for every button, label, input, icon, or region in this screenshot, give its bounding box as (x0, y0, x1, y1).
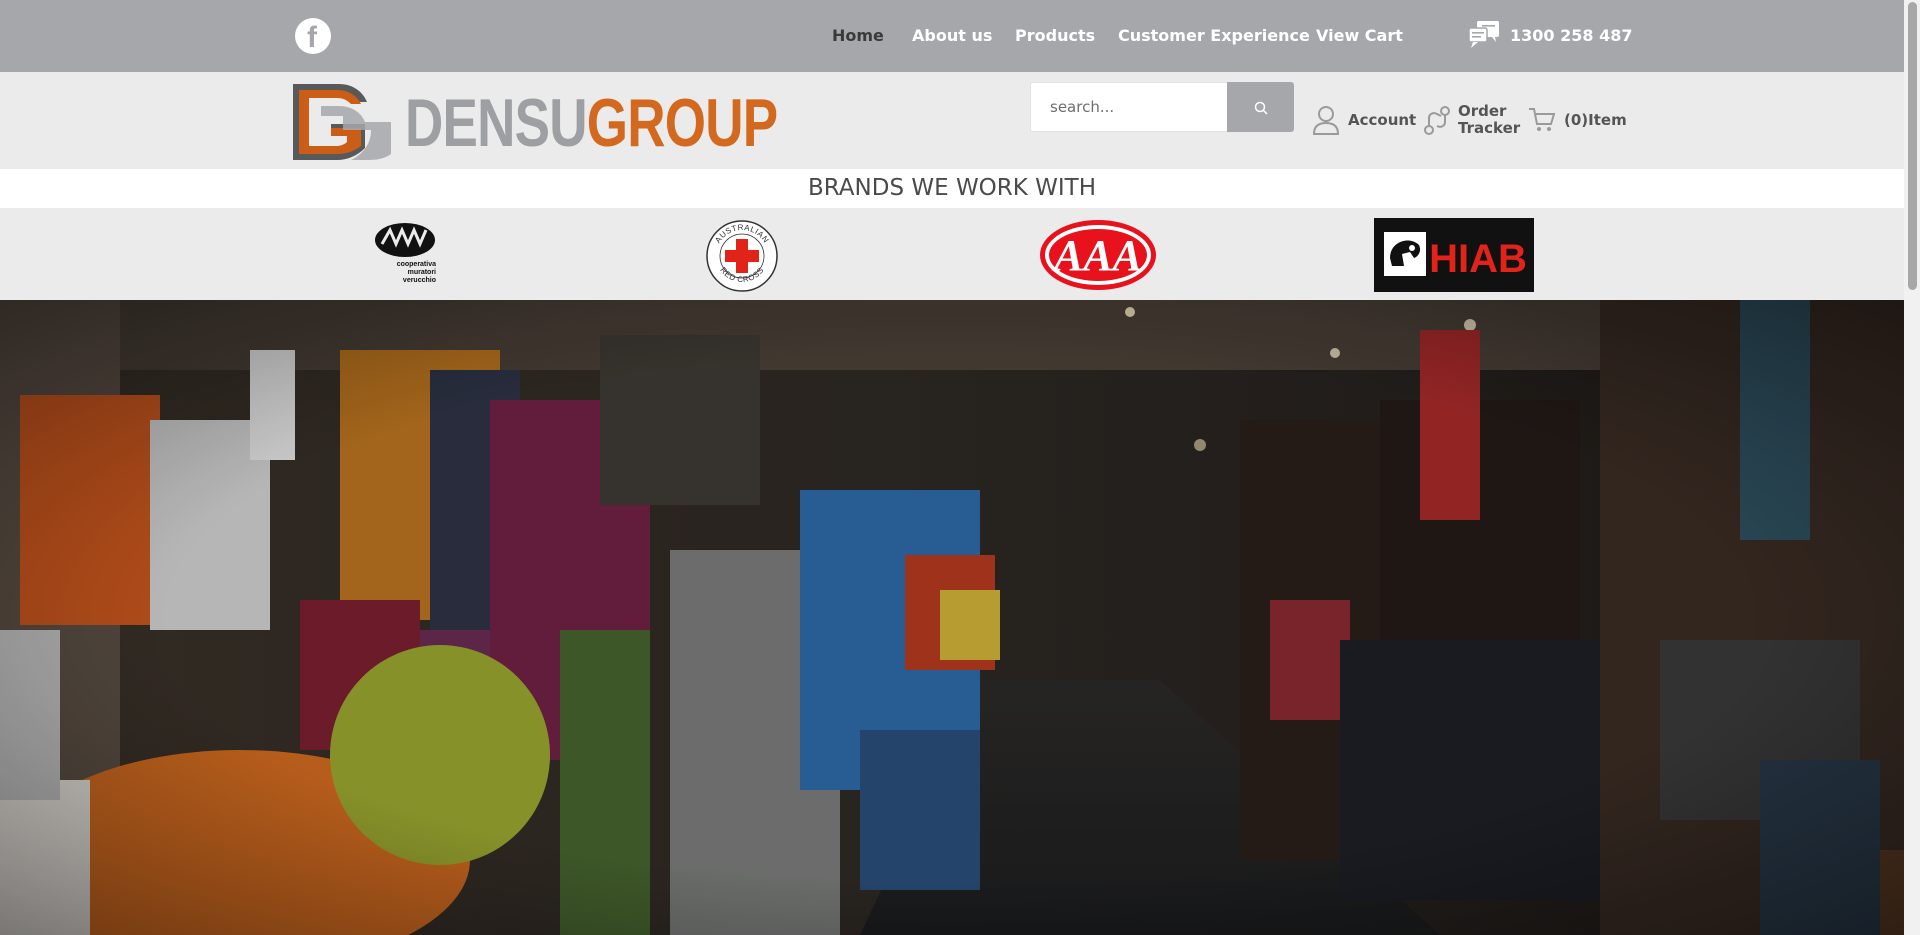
account-link[interactable]: Account (1348, 112, 1416, 129)
nav-view-cart[interactable]: View Cart (1316, 24, 1403, 48)
order-tracker-icon[interactable] (1423, 104, 1451, 136)
search-field[interactable] (1030, 82, 1228, 132)
nav-home[interactable]: Home (832, 24, 884, 48)
aaa-logo-icon: AAA (1040, 220, 1156, 290)
svg-text:muratori: muratori (408, 269, 436, 276)
brand-logo-hiab[interactable]: HIAB (1374, 218, 1534, 292)
densu-group-logo[interactable]: DENSUGROUP (291, 82, 778, 162)
search-input[interactable] (1031, 83, 1228, 131)
order-tracker-line2[interactable]: Tracker (1458, 120, 1520, 137)
outdoor-store-photo (0, 300, 1904, 935)
facebook-icon[interactable]: f (295, 18, 331, 54)
hero-banner-image (0, 300, 1904, 935)
search-icon (1254, 101, 1268, 115)
brand-logo-aaa[interactable]: AAA (1038, 218, 1158, 292)
svg-text:cooperativa: cooperativa (397, 261, 436, 268)
scrollbar-thumb[interactable] (1908, 2, 1917, 290)
account-icon[interactable] (1312, 105, 1340, 135)
nav-about-us[interactable]: About us (912, 24, 992, 48)
hiab-logo-icon: HIAB (1374, 218, 1534, 292)
top-bar: f Home About us Products Customer Experi… (0, 0, 1904, 72)
phone-number[interactable]: 1300 258 487 (1510, 24, 1632, 48)
svg-text:AAA: AAA (1051, 231, 1142, 280)
page-scrollbar[interactable] (1904, 0, 1920, 935)
search-button[interactable] (1227, 82, 1294, 132)
brands-title: BRANDS WE WORK WITH (807, 175, 1097, 201)
brands-strip: cooperativa muratori verucchio AUSTRALIA… (0, 208, 1904, 300)
cart-count[interactable]: (0)Item (1564, 112, 1627, 129)
brand-logo-red-cross[interactable]: AUSTRALIAN RED CROSS (704, 219, 780, 293)
site-header: DENSUGROUP Account Order Tracker (0)Item (0, 72, 1904, 169)
order-tracker-line1[interactable]: Order (1458, 103, 1506, 120)
logo-mark-icon (293, 84, 391, 160)
brand-logo-cmv[interactable]: cooperativa muratori verucchio (372, 222, 438, 286)
cart-icon[interactable] (1528, 107, 1556, 133)
logo-wordmark: DENSUGROUP (405, 85, 778, 161)
svg-text:HIAB: HIAB (1429, 237, 1527, 281)
red-cross-logo-icon: AUSTRALIAN RED CROSS (706, 220, 778, 292)
cmv-logo-icon: cooperativa muratori verucchio (375, 223, 436, 284)
svg-text:verucchio: verucchio (403, 277, 436, 284)
chat-phone-icon (1468, 21, 1499, 48)
brands-section-header: BRANDS WE WORK WITH (0, 169, 1904, 208)
nav-customer-experience[interactable]: Customer Experience (1118, 24, 1310, 48)
nav-products[interactable]: Products (1015, 24, 1095, 48)
